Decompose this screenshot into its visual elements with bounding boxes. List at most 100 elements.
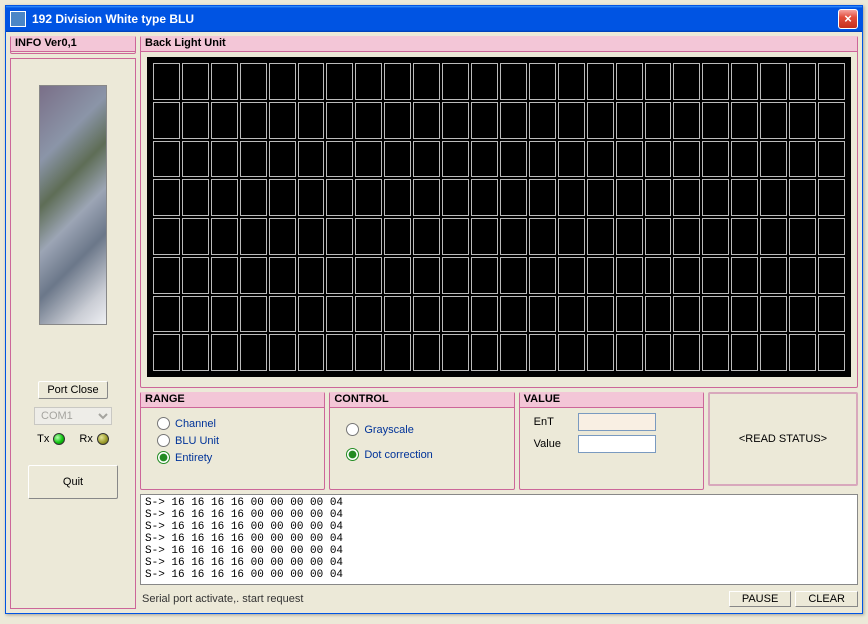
blu-cell[interactable] [153,179,180,216]
blu-cell[interactable] [298,63,325,100]
blu-cell[interactable] [673,296,700,333]
blu-cell[interactable] [587,141,614,178]
blu-cell[interactable] [731,218,758,255]
blu-cell[interactable] [587,218,614,255]
blu-cell[interactable] [731,296,758,333]
blu-cell[interactable] [298,257,325,294]
blu-cell[interactable] [355,257,382,294]
blu-cell[interactable] [269,102,296,139]
blu-cell[interactable] [269,334,296,371]
blu-cell[interactable] [616,218,643,255]
blu-cell[interactable] [269,257,296,294]
blu-cell[interactable] [645,179,672,216]
blu-cell[interactable] [413,141,440,178]
blu-cell[interactable] [326,141,353,178]
blu-cell[interactable] [645,141,672,178]
blu-cell[interactable] [355,141,382,178]
blu-cell[interactable] [673,63,700,100]
blu-cell[interactable] [818,334,845,371]
blu-cell[interactable] [558,179,585,216]
blu-cell[interactable] [673,257,700,294]
blu-cell[interactable] [153,63,180,100]
blu-cell[interactable] [153,257,180,294]
blu-cell[interactable] [326,102,353,139]
blu-cell[interactable] [211,218,238,255]
blu-cell[interactable] [529,218,556,255]
blu-cell[interactable] [211,63,238,100]
blu-cell[interactable] [587,63,614,100]
blu-cell[interactable] [500,257,527,294]
blu-cell[interactable] [500,179,527,216]
blu-cell[interactable] [182,334,209,371]
blu-cell[interactable] [384,141,411,178]
blu-cell[interactable] [760,63,787,100]
blu-cell[interactable] [355,334,382,371]
blu-cell[interactable] [760,179,787,216]
blu-cell[interactable] [587,334,614,371]
blu-cell[interactable] [413,63,440,100]
blu-cell[interactable] [558,257,585,294]
blu-cell[interactable] [558,334,585,371]
pause-button[interactable]: PAUSE [729,591,791,607]
blu-cell[interactable] [789,257,816,294]
blu-cell[interactable] [818,141,845,178]
blu-cell[interactable] [384,179,411,216]
blu-cell[interactable] [326,218,353,255]
blu-cell[interactable] [731,179,758,216]
blu-cell[interactable] [587,257,614,294]
blu-cell[interactable] [442,257,469,294]
blu-cell[interactable] [471,296,498,333]
blu-cell[interactable] [818,179,845,216]
blu-cell[interactable] [269,218,296,255]
blu-cell[interactable] [818,257,845,294]
blu-cell[interactable] [298,218,325,255]
blu-cell[interactable] [442,63,469,100]
blu-cell[interactable] [471,334,498,371]
blu-cell[interactable] [702,179,729,216]
control-grayscale-radio[interactable]: Grayscale [346,423,497,436]
blu-cell[interactable] [240,102,267,139]
log-area[interactable]: S-> 16 16 16 16 00 00 00 00 04 S-> 16 16… [140,494,858,585]
blu-cell[interactable] [529,102,556,139]
blu-cell[interactable] [529,141,556,178]
blu-cell[interactable] [760,141,787,178]
blu-cell[interactable] [211,296,238,333]
blu-cell[interactable] [153,141,180,178]
blu-cell[interactable] [529,63,556,100]
blu-cell[interactable] [182,141,209,178]
blu-cell[interactable] [789,141,816,178]
blu-cell[interactable] [182,102,209,139]
blu-cell[interactable] [471,141,498,178]
blu-cell[interactable] [355,102,382,139]
blu-cell[interactable] [182,218,209,255]
blu-cell[interactable] [789,102,816,139]
blu-cell[interactable] [760,102,787,139]
blu-cell[interactable] [384,296,411,333]
blu-cell[interactable] [818,63,845,100]
blu-cell[interactable] [500,296,527,333]
blu-cell[interactable] [298,102,325,139]
blu-cell[interactable] [298,141,325,178]
blu-cell[interactable] [384,334,411,371]
blu-cell[interactable] [240,179,267,216]
value-input[interactable] [578,435,656,453]
blu-cell[interactable] [558,141,585,178]
blu-cell[interactable] [413,102,440,139]
blu-cell[interactable] [211,179,238,216]
blu-cell[interactable] [355,179,382,216]
blu-cell[interactable] [558,296,585,333]
blu-cell[interactable] [529,296,556,333]
blu-grid[interactable] [147,57,851,377]
range-channel-radio[interactable]: Channel [157,417,308,430]
blu-cell[interactable] [702,63,729,100]
range-entirety-radio[interactable]: Entirety [157,451,308,464]
blu-cell[interactable] [731,334,758,371]
blu-cell[interactable] [500,63,527,100]
blu-cell[interactable] [269,141,296,178]
blu-cell[interactable] [818,102,845,139]
blu-cell[interactable] [818,218,845,255]
blu-cell[interactable] [616,179,643,216]
blu-cell[interactable] [326,296,353,333]
blu-cell[interactable] [240,296,267,333]
blu-cell[interactable] [645,296,672,333]
